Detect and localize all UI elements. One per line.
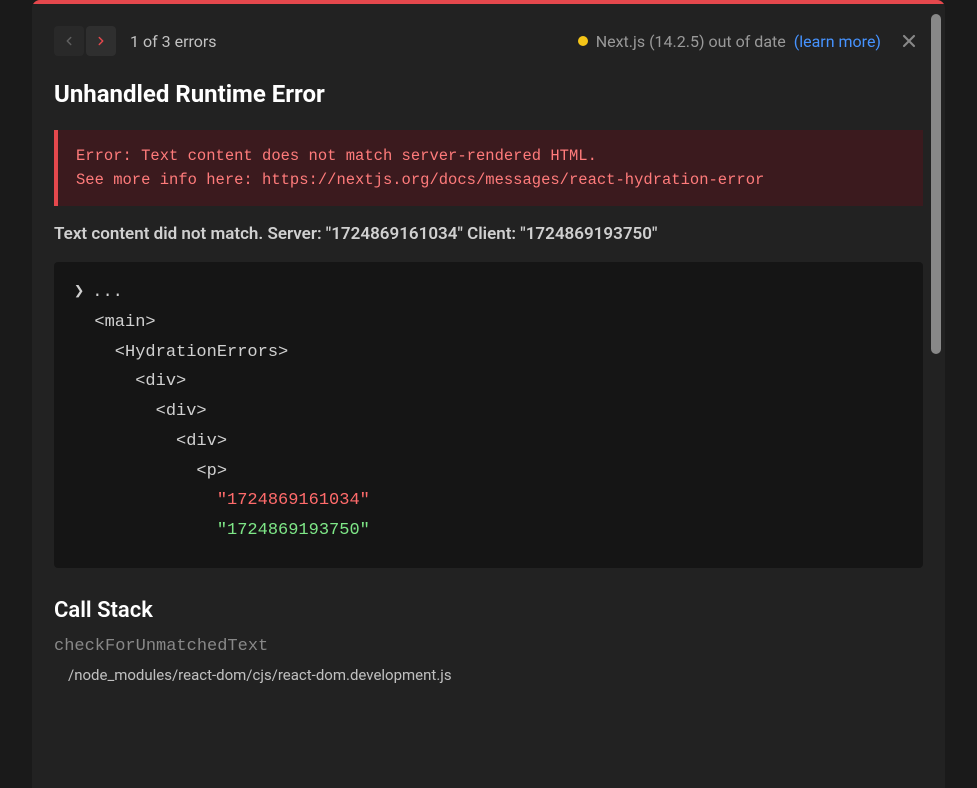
- tree-line: <div>: [74, 397, 903, 427]
- close-icon: [899, 31, 919, 51]
- tree-client-value: "1724869193750": [74, 516, 903, 546]
- callstack-function: checkForUnmatchedText: [54, 637, 923, 656]
- component-tree-block: ❯... <main> <HydrationErrors> <div> <div…: [54, 262, 923, 568]
- tree-line: <HydrationErrors>: [74, 338, 903, 368]
- error-nav-buttons: [54, 26, 116, 56]
- error-count-label: 1 of 3 errors: [130, 32, 217, 51]
- callstack-title: Call Stack: [54, 598, 923, 623]
- tree-server-value: "1724869161034": [74, 486, 903, 516]
- error-message-box: Error: Text content does not match serve…: [54, 130, 923, 206]
- scrollbar-thumb[interactable]: [931, 14, 941, 354]
- mismatch-description: Text content did not match. Server: "172…: [54, 224, 923, 244]
- learn-more-link[interactable]: (learn more): [794, 32, 881, 51]
- warning-dot-icon: [578, 36, 588, 46]
- prev-error-button[interactable]: [54, 26, 84, 56]
- modal-header: 1 of 3 errors Next.js (14.2.5) out of da…: [54, 26, 923, 56]
- next-error-button[interactable]: [86, 26, 116, 56]
- error-title: Unhandled Runtime Error: [54, 80, 923, 108]
- error-overlay-modal: 1 of 3 errors Next.js (14.2.5) out of da…: [32, 0, 945, 788]
- tree-line: <main>: [74, 308, 903, 338]
- version-info: Next.js (14.2.5) out of date (learn more…: [578, 32, 881, 51]
- chevron-right-icon: ❯: [74, 278, 84, 308]
- chevron-right-icon: [94, 34, 108, 48]
- tree-toggle-line[interactable]: ❯...: [74, 278, 903, 308]
- callstack-file-path: /node_modules/react-dom/cjs/react-dom.de…: [54, 666, 923, 690]
- chevron-left-icon: [62, 34, 76, 48]
- tree-line: <div>: [74, 367, 903, 397]
- close-button[interactable]: [895, 27, 923, 55]
- tree-line: <div>: [74, 427, 903, 457]
- tree-line: <p>: [74, 457, 903, 487]
- modal-scroll-container[interactable]: 1 of 3 errors Next.js (14.2.5) out of da…: [32, 4, 945, 788]
- version-text: Next.js (14.2.5) out of date: [596, 32, 786, 51]
- tree-ellipsis: ...: [92, 283, 123, 302]
